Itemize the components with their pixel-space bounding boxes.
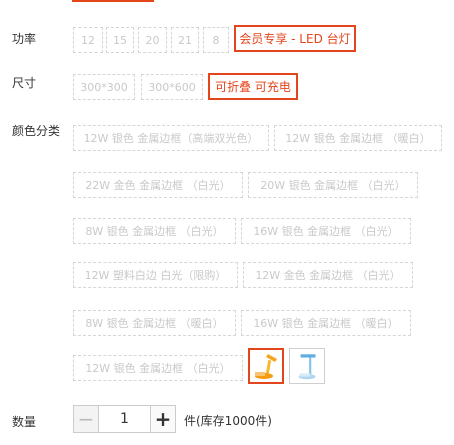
color-option[interactable]: 16W 银色 金属边框 （暖白）: [241, 310, 411, 336]
color-option[interactable]: 12W 银色 金属边框 （白光）: [73, 355, 243, 381]
color-option[interactable]: 22W 金色 金属边框 （白光）: [73, 172, 243, 198]
color-image-option[interactable]: [289, 348, 325, 384]
color-image-option-selected[interactable]: [248, 348, 284, 384]
quantity-label: 数量: [12, 415, 37, 429]
power-option-selected[interactable]: 会员专享 - LED 台灯: [234, 25, 356, 52]
size-label: 尺寸: [12, 76, 37, 90]
quantity-plus-button[interactable]: +: [150, 405, 176, 433]
power-label: 功率: [12, 32, 37, 46]
power-option-20[interactable]: 20: [138, 27, 167, 53]
color-option[interactable]: 12W 银色 金属边框 （暖白）: [274, 125, 442, 151]
size-option-300x300[interactable]: 300*300: [73, 74, 135, 100]
color-label: 颜色分类: [12, 124, 61, 138]
stock-text: 件(库存1000件): [184, 414, 272, 428]
power-option-15[interactable]: 15: [106, 27, 134, 53]
orange-lamp-icon: [250, 350, 282, 382]
color-option[interactable]: 12W 银色 金属边框（高端双光色）: [73, 125, 269, 151]
active-tab-underline: [72, 0, 154, 2]
size-option-selected[interactable]: 可折叠 可充电: [208, 73, 298, 100]
blue-lamp-icon: [290, 349, 324, 383]
color-option[interactable]: 8W 银色 金属边框 （暖白）: [73, 310, 236, 336]
quantity-input[interactable]: [99, 405, 150, 433]
color-option[interactable]: 12W 金色 金属边框 （白光）: [243, 262, 413, 288]
power-option-21[interactable]: 21: [171, 27, 199, 53]
power-option-12[interactable]: 12: [73, 27, 103, 53]
power-option-8[interactable]: 8: [203, 27, 229, 53]
color-option[interactable]: 20W 银色 金属边框 （白光）: [248, 172, 418, 198]
color-option[interactable]: 16W 银色 金属边框 （白光）: [241, 218, 411, 244]
size-option-300x600[interactable]: 300*600: [141, 74, 203, 100]
color-option[interactable]: 8W 银色 金属边框 （白光）: [73, 218, 236, 244]
color-option[interactable]: 12W 塑料白边 白光（限购）: [73, 262, 238, 288]
quantity-minus-button[interactable]: −: [73, 405, 99, 433]
